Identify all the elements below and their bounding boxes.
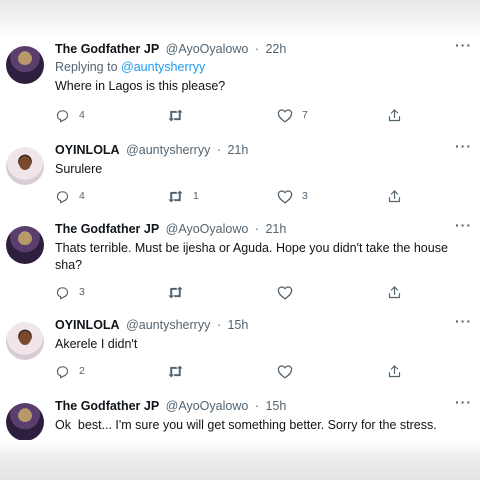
share-button[interactable]: [387, 187, 402, 205]
share-button[interactable]: [387, 283, 402, 301]
tweet-header: OYINLOLA @auntysherryy · 21h: [55, 143, 248, 157]
heart-icon: [277, 364, 293, 379]
action-bar: 3: [55, 283, 455, 303]
more-icon[interactable]: ···: [455, 217, 472, 233]
separator: ·: [254, 399, 259, 413]
avatar[interactable]: [6, 147, 44, 185]
timestamp[interactable]: 15h: [227, 318, 248, 332]
avatar[interactable]: [6, 403, 44, 441]
avatar[interactable]: [6, 226, 44, 264]
avatar[interactable]: [6, 46, 44, 84]
replying-label: Replying to: [55, 60, 118, 74]
heart-icon: [277, 189, 293, 204]
tweet-text: Akerele I didn't: [55, 337, 138, 351]
tweet-header: OYINLOLA @auntysherryy · 15h: [55, 318, 248, 332]
reply-button[interactable]: 4: [55, 106, 85, 124]
tweet-text: Ok best... I'm sure you will get somethi…: [55, 418, 437, 432]
author-handle[interactable]: @auntysherryy: [126, 143, 210, 157]
reply-count: 4: [79, 190, 85, 202]
heart-icon: [277, 285, 293, 300]
replying-handle-link[interactable]: @auntysherryy: [121, 60, 205, 74]
timestamp[interactable]: 21h: [265, 222, 286, 236]
reply-icon: [55, 285, 70, 300]
tweet[interactable]: OYINLOLA @auntysherryy · 15h ··· Akerele…: [0, 313, 480, 388]
tweet-text: Thats terrible. Must be ijesha or Aguda.…: [55, 241, 448, 272]
share-icon: [387, 364, 402, 379]
like-button[interactable]: [277, 283, 302, 301]
timestamp[interactable]: 21h: [227, 143, 248, 157]
retweet-icon: [167, 364, 184, 379]
separator: ·: [254, 42, 259, 56]
separator: ·: [216, 143, 221, 157]
share-icon: [387, 189, 402, 204]
reply-count: 4: [79, 109, 85, 121]
author-name[interactable]: OYINLOLA: [55, 143, 120, 157]
share-icon: [387, 108, 402, 123]
author-handle[interactable]: @AyoOyalowo: [166, 42, 249, 56]
reply-count: 3: [79, 286, 85, 298]
retweet-button[interactable]: [167, 106, 193, 124]
like-count: 7: [302, 109, 308, 121]
like-button[interactable]: [277, 362, 302, 380]
separator: ·: [216, 318, 221, 332]
tweet-header: The Godfather JP @AyoOyalowo · 15h: [55, 399, 286, 413]
like-count: 3: [302, 190, 308, 202]
bottom-edge-fade: [0, 440, 480, 480]
author-handle[interactable]: @AyoOyalowo: [166, 399, 249, 413]
author-name[interactable]: The Godfather JP: [55, 222, 159, 236]
author-name[interactable]: OYINLOLA: [55, 318, 120, 332]
author-name[interactable]: The Godfather JP: [55, 42, 159, 56]
retweet-icon: [167, 108, 184, 123]
author-handle[interactable]: @auntysherryy: [126, 318, 210, 332]
timestamp[interactable]: 15h: [265, 399, 286, 413]
action-bar: 2: [55, 362, 455, 382]
action-bar: 4 1 3: [55, 187, 455, 207]
reply-button[interactable]: 2: [55, 362, 85, 380]
more-icon[interactable]: ···: [455, 37, 472, 53]
tweet[interactable]: The Godfather JP @AyoOyalowo · 21h ··· T…: [0, 217, 480, 307]
action-bar: 4 7: [55, 106, 455, 126]
reply-button[interactable]: 3: [55, 283, 85, 301]
more-icon[interactable]: ···: [455, 394, 472, 410]
avatar[interactable]: [6, 322, 44, 360]
separator: ·: [254, 222, 259, 236]
tweet-header: The Godfather JP @AyoOyalowo · 21h: [55, 222, 286, 236]
timestamp[interactable]: 22h: [265, 42, 286, 56]
retweet-icon: [167, 189, 184, 204]
like-button[interactable]: 3: [277, 187, 308, 205]
retweet-button[interactable]: 1: [167, 187, 199, 205]
tweet-header: The Godfather JP @AyoOyalowo · 22h: [55, 42, 286, 56]
tweet[interactable]: The Godfather JP @AyoOyalowo · 22h ··· R…: [0, 37, 480, 132]
reply-button[interactable]: 4: [55, 187, 85, 205]
reply-icon: [55, 364, 70, 379]
replying-to: Replying to @auntysherryy: [55, 60, 205, 74]
tweet[interactable]: OYINLOLA @auntysherryy · 21h ··· Suruler…: [0, 138, 480, 213]
author-name[interactable]: The Godfather JP: [55, 399, 159, 413]
reply-count: 2: [79, 365, 85, 377]
share-icon: [387, 285, 402, 300]
tweet[interactable]: The Godfather JP @AyoOyalowo · 15h ··· O…: [0, 394, 480, 441]
like-button[interactable]: 7: [277, 106, 308, 124]
retweet-icon: [167, 285, 184, 300]
more-icon[interactable]: ···: [455, 313, 472, 329]
share-button[interactable]: [387, 106, 402, 124]
author-handle[interactable]: @AyoOyalowo: [166, 222, 249, 236]
share-button[interactable]: [387, 362, 402, 380]
reply-icon: [55, 189, 70, 204]
retweet-count: 1: [193, 190, 199, 202]
heart-icon: [277, 108, 293, 123]
retweet-button[interactable]: [167, 362, 193, 380]
top-edge-fade: [0, 0, 480, 36]
tweet-text: Where in Lagos is this please?: [55, 79, 226, 93]
more-icon[interactable]: ···: [455, 138, 472, 154]
tweet-text: Surulere: [55, 162, 103, 176]
reply-icon: [55, 108, 70, 123]
retweet-button[interactable]: [167, 283, 193, 301]
